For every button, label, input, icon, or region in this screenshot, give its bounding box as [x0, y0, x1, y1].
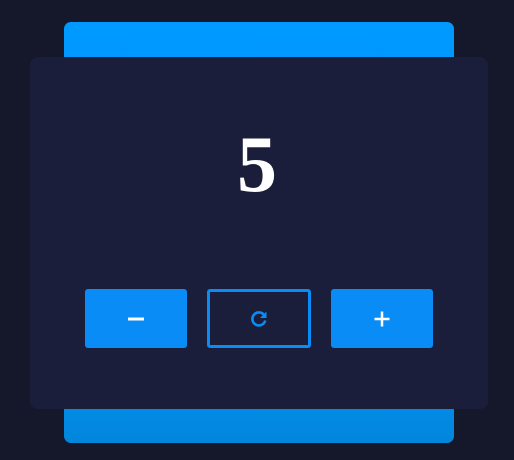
- counter-card: [30, 57, 488, 409]
- minus-icon: [128, 317, 144, 320]
- decrement-button[interactable]: [85, 289, 187, 348]
- increment-button[interactable]: [331, 289, 433, 348]
- reset-button[interactable]: [207, 289, 311, 348]
- plus-icon: [374, 311, 390, 326]
- counter-value: 5: [237, 121, 277, 209]
- refresh-icon: [251, 310, 267, 327]
